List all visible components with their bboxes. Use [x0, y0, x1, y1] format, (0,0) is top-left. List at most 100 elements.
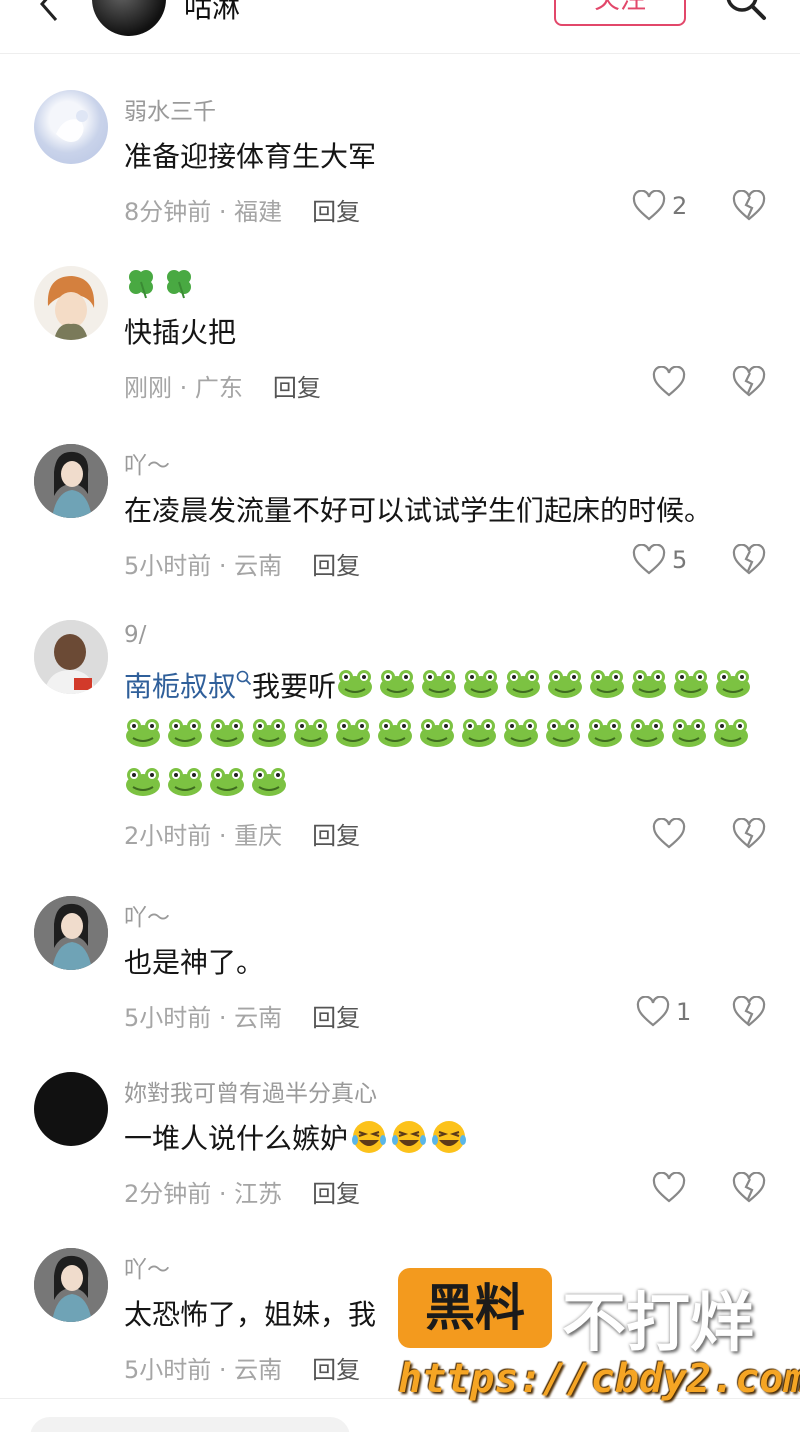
frog-emoji	[378, 665, 416, 698]
frog-emoji	[670, 714, 708, 747]
reply-button[interactable]: 回复	[312, 1356, 360, 1384]
comment-username[interactable]: 吖～	[124, 1250, 170, 1284]
broken-heart-icon[interactable]	[732, 995, 766, 1030]
laughing-emoji	[350, 1118, 388, 1156]
comment-text: 也是神了。	[124, 946, 265, 979]
avatar[interactable]	[34, 444, 108, 518]
avatar[interactable]	[34, 1072, 108, 1146]
avatar[interactable]	[34, 620, 108, 694]
reply-button[interactable]: 回复	[273, 374, 321, 402]
frog-emoji	[292, 714, 330, 747]
comment-input[interactable]	[30, 1417, 350, 1432]
frog-emoji	[546, 665, 584, 698]
frog-emoji	[334, 714, 372, 747]
comment-time: 2分钟前	[124, 1180, 212, 1208]
reply-button[interactable]: 回复	[312, 198, 360, 226]
comment-text: 准备迎接体育生大军	[124, 140, 377, 173]
broken-heart-icon[interactable]	[732, 817, 766, 852]
frog-emoji	[208, 714, 246, 747]
reply-button[interactable]: 回复	[312, 1004, 360, 1032]
frog-emoji	[208, 763, 246, 796]
frog-emoji	[502, 714, 540, 747]
frog-emoji	[420, 665, 458, 698]
avatar[interactable]	[34, 266, 108, 340]
watermark: 黑料 不打烊 https://cbdy2.com	[398, 1268, 800, 1408]
comment-text-body: 一堆人说什么嫉妒	[124, 1122, 349, 1155]
frog-emoji	[630, 665, 668, 698]
laughing-emoji	[430, 1118, 468, 1156]
like-count: 2	[672, 192, 688, 220]
clover-emoji	[162, 266, 196, 300]
broken-heart-icon[interactable]	[732, 365, 766, 400]
avatar[interactable]	[34, 90, 108, 164]
comment-location: 广东	[194, 374, 243, 402]
frog-emoji	[336, 665, 374, 698]
frog-emoji	[418, 714, 456, 747]
like-button[interactable]: 1	[636, 996, 691, 1028]
like-button[interactable]: 5	[632, 544, 687, 576]
comment-meta: 刚刚 · 广东 回复	[124, 374, 321, 402]
comment-meta: 2分钟前 · 江苏 回复	[124, 1180, 361, 1208]
top-bar: 咕淋 关注	[0, 0, 800, 54]
heart-icon	[652, 1172, 686, 1203]
frog-emoji	[166, 763, 204, 796]
search-icon[interactable]	[722, 0, 770, 24]
frog-emoji	[672, 665, 710, 698]
comment-time: 5小时前	[124, 1356, 212, 1384]
profile-name: 咕淋	[184, 0, 241, 24]
watermark-url: https://cbdy2.com	[398, 1356, 800, 1402]
comment-location: 云南	[234, 1356, 283, 1384]
comment-text: 太恐怖了，姐妹，我	[124, 1298, 377, 1331]
clover-emoji	[124, 266, 158, 300]
comment-meta: 5小时前 · 云南 回复	[124, 1004, 361, 1032]
comment-meta: 2小时前 · 重庆 回复	[124, 822, 361, 850]
frog-emoji	[462, 665, 500, 698]
frog-emoji	[460, 714, 498, 747]
comment-meta: 8分钟前 · 福建 回复	[124, 198, 361, 226]
watermark-slogan: 不打烊	[562, 1287, 754, 1361]
reply-button[interactable]: 回复	[312, 822, 360, 850]
comment-meta: 5小时前 · 云南 回复	[124, 552, 361, 580]
comment-location: 重庆	[234, 822, 283, 850]
back-icon[interactable]	[30, 0, 66, 22]
broken-heart-icon[interactable]	[732, 1171, 766, 1206]
avatar[interactable]	[34, 1248, 108, 1322]
comment-username[interactable]	[124, 266, 200, 306]
frog-emoji	[376, 714, 414, 747]
frog-emoji	[628, 714, 666, 747]
comment-location: 云南	[234, 1004, 283, 1032]
comment-time: 2小时前	[124, 822, 212, 850]
broken-heart-icon[interactable]	[732, 543, 766, 578]
like-button[interactable]	[652, 366, 686, 398]
like-button[interactable]	[652, 1172, 686, 1204]
mention-link[interactable]: 南栀叔叔	[124, 670, 252, 703]
comment-username[interactable]: 9/	[124, 622, 146, 648]
reply-button[interactable]: 回复	[312, 552, 360, 580]
comment-username[interactable]: 吖～	[124, 446, 170, 480]
like-button[interactable]: 2	[632, 190, 687, 222]
avatar[interactable]	[34, 896, 108, 970]
like-button[interactable]	[652, 818, 686, 850]
reply-button[interactable]: 回复	[312, 1180, 360, 1208]
heart-icon	[652, 818, 686, 849]
follow-button[interactable]: 关注	[554, 0, 686, 26]
comment-text: 南栀叔叔 我要听	[124, 662, 784, 809]
frog-emoji	[250, 763, 288, 796]
frog-emoji	[714, 665, 752, 698]
comment-username[interactable]: 吖～	[124, 898, 170, 932]
broken-heart-icon[interactable]	[732, 189, 766, 224]
comment-location: 福建	[234, 198, 283, 226]
frog-emoji	[166, 714, 204, 747]
frog-emoji	[544, 714, 582, 747]
comment-text: 快插火把	[124, 316, 237, 349]
search-icon	[236, 670, 252, 686]
comment-username[interactable]: 弱水三千	[124, 92, 216, 126]
profile-avatar[interactable]	[92, 0, 166, 36]
watermark-badge: 黑料	[398, 1268, 552, 1348]
comment-time: 5小时前	[124, 1004, 212, 1032]
comment-text: 一堆人说什么嫉妒	[124, 1114, 468, 1163]
like-count: 1	[676, 998, 692, 1026]
comment-username[interactable]: 妳對我可曾有過半分真心	[124, 1074, 377, 1108]
comment-time: 5小时前	[124, 552, 212, 580]
frog-emoji	[124, 763, 162, 796]
